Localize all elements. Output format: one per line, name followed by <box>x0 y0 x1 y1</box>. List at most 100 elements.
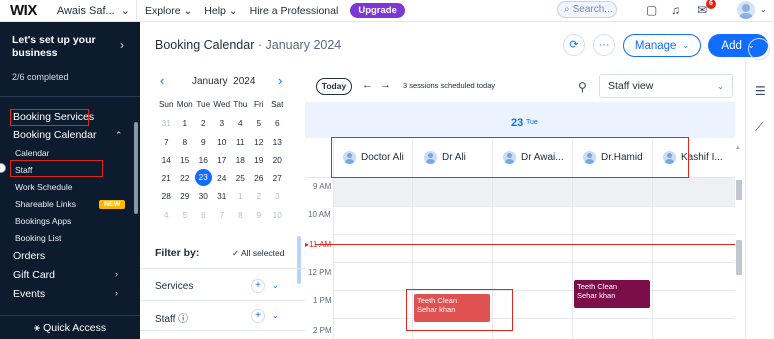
day-number[interactable]: 23 <box>511 117 523 129</box>
filter-scrollbar[interactable] <box>297 236 301 284</box>
sidebar-item-booking-calendar[interactable]: Booking Calendar <box>13 129 96 141</box>
sidebar-item-bookings-apps[interactable]: Bookings Apps <box>15 216 71 226</box>
add-service-filter-button[interactable]: + <box>251 279 265 293</box>
calendar-day[interactable]: 22 <box>176 169 195 187</box>
chevron-down-icon[interactable]: ⌄ <box>272 281 279 290</box>
appointment-card[interactable]: Teeth Clean Sehar khan <box>574 280 650 308</box>
calendar-day[interactable]: 10 <box>268 206 287 224</box>
chevron-up-icon[interactable]: ⌃ <box>115 130 123 141</box>
sidebar-item-work-schedule[interactable]: Work Schedule <box>15 182 72 192</box>
next-month-button[interactable]: › <box>278 73 282 88</box>
refresh-button[interactable]: ⟳ <box>563 34 585 56</box>
calendar-day[interactable]: 29 <box>176 187 195 205</box>
chevron-down-icon[interactable]: ⌄ <box>272 311 279 320</box>
chevron-right-icon[interactable]: › <box>115 269 118 279</box>
calendar-day[interactable]: 5 <box>176 206 195 224</box>
sidebar-item-gift-card[interactable]: Gift Card <box>13 269 55 281</box>
calendar-day[interactable]: 26 <box>250 169 269 187</box>
chevron-right-icon[interactable]: › <box>115 288 118 298</box>
calendar-day[interactable]: 31 <box>157 114 176 132</box>
calendar-day[interactable]: 6 <box>268 114 287 132</box>
sidebar-scrollbar[interactable] <box>134 122 138 214</box>
calendar-day[interactable]: 3 <box>213 114 232 132</box>
calendar-day[interactable]: 9 <box>250 206 269 224</box>
site-selector[interactable]: Awais Saf... ⌄ <box>57 4 130 18</box>
filter-list-icon[interactable]: ☰ <box>755 84 766 98</box>
chevron-down-icon[interactable]: ⌄ <box>748 38 770 60</box>
calendar-day[interactable]: 1 <box>176 114 195 132</box>
chevron-down-icon[interactable]: ⌄ <box>760 5 767 14</box>
chart-icon[interactable]: ⟋ <box>755 120 763 135</box>
staff-column-header[interactable]: Dr.Hamid <box>583 151 643 164</box>
nav-explore[interactable]: Explore ⌄ <box>145 5 192 17</box>
calendar-day[interactable]: 5 <box>250 114 269 132</box>
appointment-card[interactable]: Teeth Clean Sehar khan <box>414 294 490 322</box>
filter-staff[interactable]: Staff ⓘ <box>155 310 188 325</box>
calendar-day[interactable]: 19 <box>250 151 269 169</box>
more-options-button[interactable]: ··· <box>593 34 615 56</box>
calendar-day[interactable]: 21 <box>157 169 176 187</box>
bell-icon[interactable]: ♫ <box>671 3 680 17</box>
sidebar-item-calendar[interactable]: Calendar <box>15 148 50 158</box>
wix-logo[interactable]: WIX <box>10 2 37 19</box>
staff-column-header[interactable]: Kashif I... <box>663 151 723 164</box>
calendar-day[interactable]: 12 <box>250 133 269 151</box>
chat-icon[interactable]: ▢ <box>646 3 657 17</box>
filter-services[interactable]: Services <box>155 281 193 292</box>
quick-access-button[interactable]: ⚹ Quick Access <box>0 315 140 339</box>
calendar-scrollbar[interactable] <box>736 240 742 275</box>
manage-button[interactable]: Manage ⌄ <box>623 34 701 57</box>
calendar-day[interactable]: 23 <box>194 169 212 187</box>
all-selected[interactable]: ✓ All selected <box>232 248 284 259</box>
sidebar-item-booking-list[interactable]: Booking List <box>15 233 61 243</box>
calendar-day[interactable]: 2 <box>194 114 213 132</box>
calendar-day[interactable]: 7 <box>213 206 232 224</box>
calendar-day[interactable]: 30 <box>194 187 213 205</box>
calendar-day[interactable]: 14 <box>157 151 176 169</box>
sidebar-item-booking-services[interactable]: Booking Services <box>13 111 94 123</box>
nav-help[interactable]: Help ⌄ <box>204 5 237 17</box>
calendar-day[interactable]: 4 <box>157 206 176 224</box>
sidebar-item-shareable-links[interactable]: Shareable Links <box>15 199 76 209</box>
scroll-up-icon[interactable]: ▴ <box>736 143 740 151</box>
calendar-day[interactable]: 27 <box>268 169 287 187</box>
upgrade-button[interactable]: Upgrade <box>350 3 405 18</box>
staff-column-header[interactable]: Dr Awai... <box>503 151 564 164</box>
chevron-right-icon[interactable]: › <box>120 38 124 52</box>
prev-month-button[interactable]: ‹ <box>160 73 164 88</box>
avatar[interactable] <box>737 1 755 19</box>
view-select[interactable]: Staff view ⌄ <box>599 74 733 98</box>
calendar-day[interactable]: 18 <box>231 151 250 169</box>
calendar-day[interactable]: 6 <box>194 206 213 224</box>
calendar-day[interactable]: 2 <box>250 187 269 205</box>
sidebar-item-staff[interactable]: Staff <box>15 165 32 175</box>
calendar-day[interactable]: 17 <box>213 151 232 169</box>
calendar-day[interactable]: 3 <box>268 187 287 205</box>
calendar-day[interactable]: 28 <box>157 187 176 205</box>
arrow-right-icon[interactable]: → <box>380 79 391 91</box>
staff-column-header[interactable]: Doctor Ali <box>343 151 404 164</box>
calendar-day[interactable]: 11 <box>231 133 250 151</box>
calendar-day[interactable]: 15 <box>176 151 195 169</box>
calendar-day[interactable]: 4 <box>231 114 250 132</box>
calendar-day[interactable]: 20 <box>268 151 287 169</box>
calendar-day[interactable]: 31 <box>213 187 232 205</box>
add-staff-filter-button[interactable]: + <box>251 309 265 323</box>
setup-title[interactable]: Let's set up your business <box>12 34 112 60</box>
sidebar-item-events[interactable]: Events <box>13 288 45 300</box>
calendar-day[interactable]: 24 <box>213 169 232 187</box>
calendar-day[interactable]: 8 <box>231 206 250 224</box>
calendar-day[interactable]: 16 <box>194 151 213 169</box>
calendar-day[interactable]: 1 <box>231 187 250 205</box>
calendar-day[interactable]: 13 <box>268 133 287 151</box>
calendar-day[interactable]: 9 <box>194 133 213 151</box>
arrow-left-icon[interactable]: ← <box>362 79 373 91</box>
bulb-icon[interactable]: ⚲ <box>578 80 587 94</box>
calendar-day[interactable]: 8 <box>176 133 195 151</box>
nav-hire-professional[interactable]: Hire a Professional <box>250 5 339 17</box>
calendar-day[interactable]: 25 <box>231 169 250 187</box>
calendar-day[interactable]: 10 <box>213 133 232 151</box>
search-input[interactable]: ⌕ Search... <box>557 1 617 18</box>
today-button[interactable]: Today <box>316 78 352 95</box>
staff-column-header[interactable]: Dr Ali <box>424 151 466 164</box>
